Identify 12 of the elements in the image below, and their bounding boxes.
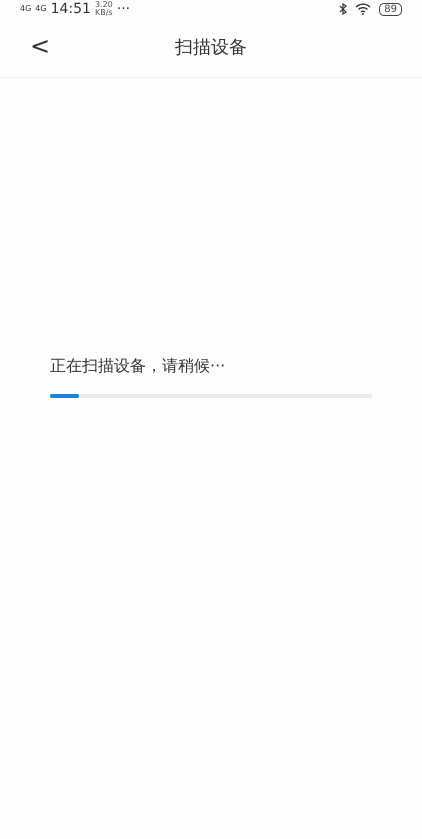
- bluetooth-icon: [339, 3, 348, 15]
- signal-label: 4G: [20, 5, 32, 13]
- wifi-icon: [355, 3, 372, 15]
- status-time: 14:51: [50, 2, 91, 16]
- speed-unit: KB/s: [94, 9, 113, 17]
- more-indicator: ···: [116, 2, 130, 16]
- network-speed: 3.20: [94, 1, 113, 9]
- page-title: 扫描设备: [175, 36, 247, 60]
- back-button[interactable]: <: [20, 34, 60, 58]
- signal-label: 4G: [35, 5, 47, 13]
- battery-indicator: 89: [379, 2, 402, 16]
- scan-status-text: 正在扫描设备，请稍候···: [50, 355, 226, 377]
